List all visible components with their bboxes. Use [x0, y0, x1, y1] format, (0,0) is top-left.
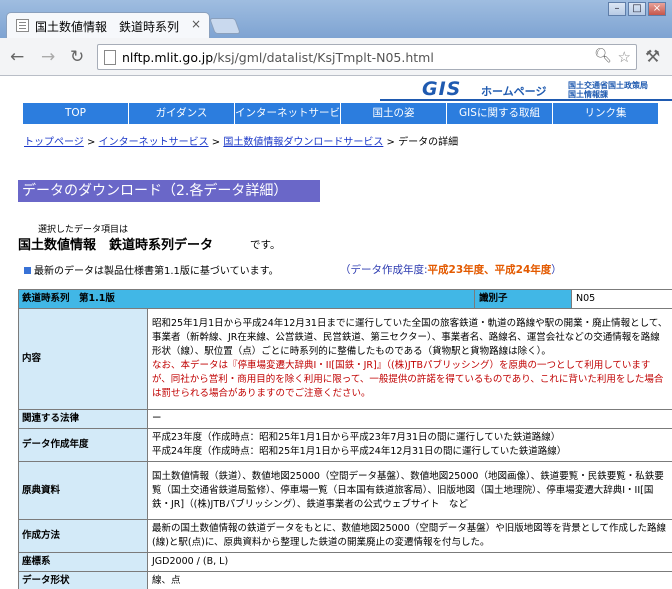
back-icon[interactable]: ← [10, 47, 24, 67]
tab-title: 国土数値情報 鉄道時系列 [35, 20, 180, 34]
table-row: 関連する法律 ー [18, 409, 672, 429]
bullet-icon [24, 267, 31, 274]
table-row-series: 鉄道時系列 第1.1版 識別子 N05 [18, 289, 672, 309]
id-label: 識別子 [474, 289, 572, 309]
selected-suffix: です。 [250, 239, 281, 251]
spec-note: 最新のデータは製品仕様書第1.1版に基づいています。 [24, 262, 279, 277]
table-row: 座標系 JGD2000 / (B, L) [18, 552, 672, 572]
row-label: 内容 [18, 308, 148, 410]
table-row: 内容 昭和25年1月1日から平成24年12月31日までに運行していた全国の旅客鉄… [18, 308, 672, 410]
browser-tab[interactable]: 国土数値情報 鉄道時系列 × [6, 12, 210, 38]
breadcrumb-top[interactable]: トップページ [24, 137, 84, 148]
page-favicon-icon [16, 19, 29, 32]
header-divider [380, 99, 672, 101]
spec-date: （データ作成年度:平成23年度、平成24年度） [340, 264, 562, 276]
row-value: 最新の国土数値情報の鉄道データをもとに、数値地図25000（空間データ基盤）や旧… [147, 519, 672, 553]
browser-toolbar: ← → ↻ nlftp.mlit.go.jp/ksj/gml/datalist/… [0, 38, 672, 76]
address-bar[interactable]: nlftp.mlit.go.jp/ksj/gml/datalist/KsjTmp… [97, 44, 637, 70]
tab-close-icon[interactable]: × [191, 17, 201, 31]
nav-gis-efforts[interactable]: GISに関する取組 [447, 103, 553, 124]
page-icon [104, 50, 116, 65]
page-viewport: GIS ホームページ 国土交通省国土政策局 国土情報課 TOP ガイダンス イン… [0, 77, 672, 589]
gis-logo-homepage[interactable]: ホームページ [481, 83, 546, 99]
breadcrumb-current: データの詳細 [398, 137, 459, 148]
table-row: 作成方法 最新の国土数値情報の鉄道データをもとに、数値地図25000（空間データ… [18, 519, 672, 553]
selected-data-title: 国土数値情報 鉄道時系列データ [18, 238, 214, 253]
section-heading: データのダウンロード（2.各データ詳細） [18, 180, 320, 202]
row-label: データ形状 [18, 571, 148, 589]
row-value: JGD2000 / (B, L) [147, 552, 672, 572]
reload-icon[interactable]: ↻ [70, 47, 84, 67]
nav-national-land[interactable]: 国土の姿 [341, 103, 447, 124]
breadcrumb-download-service[interactable]: 国土数値情報ダウンロードサービス [223, 137, 383, 148]
table-row: データ作成年度 平成23年度（作成時点：昭和25年1月1日から平成23年7月31… [18, 428, 672, 462]
table-row: データ形状 線、点 [18, 571, 672, 589]
zoom-icon[interactable]: 🔍︎ [594, 48, 612, 64]
minimize-button[interactable]: – [608, 2, 626, 16]
breadcrumb: トップページ > インターネットサービス > 国土数値情報ダウンロードサービス … [24, 137, 459, 148]
year-line: 平成24年度（作成時点：昭和25年1月1日から平成24年12月31日の間に運行し… [152, 446, 567, 457]
data-detail-table: 鉄道時系列 第1.1版 識別子 N05 内容 昭和25年1月1日から平成24年1… [18, 289, 672, 589]
nav-guidance[interactable]: ガイダンス [129, 103, 235, 124]
url-text: nlftp.mlit.go.jp/ksj/gml/datalist/KsjTmp… [122, 50, 434, 65]
row-label: 関連する法律 [18, 409, 148, 429]
main-nav: TOP ガイダンス インターネットサービス 国土の姿 GISに関する取組 リンク… [23, 103, 672, 124]
nav-internet-service[interactable]: インターネットサービス [235, 103, 351, 124]
window-controls: – □ × [608, 2, 666, 16]
browser-titlebar: 国土数値情報 鉄道時系列 × – □ × [0, 0, 672, 38]
content-text: 昭和25年1月1日から平成24年12月31日までに運行していた全国の旅客鉄道・軌… [152, 318, 668, 357]
nav-top[interactable]: TOP [23, 103, 129, 124]
row-value: 昭和25年1月1日から平成24年12月31日までに運行していた全国の旅客鉄道・軌… [147, 308, 672, 410]
content-copyright-note: なお、本データは『停車場変遷大辞典I・II[国鉄・JR]』（(株)JTBパブリッ… [152, 360, 664, 399]
nav-links[interactable]: リンク集 [553, 103, 659, 124]
table-row: 原典資料 国土数値情報（鉄道）、数値地図25000（空間データ基盤）、数値地図2… [18, 461, 672, 520]
year-line: 平成23年度（作成時点：昭和25年1月1日から平成23年7月31日の間に運行して… [152, 432, 561, 443]
row-label: 作成方法 [18, 519, 148, 553]
breadcrumb-internet-service[interactable]: インターネットサービス [99, 137, 209, 148]
row-label: データ作成年度 [18, 428, 148, 462]
star-icon[interactable]: ☆ [618, 48, 631, 66]
series-label: 鉄道時系列 第1.1版 [18, 289, 475, 309]
row-label: 原典資料 [18, 461, 148, 520]
row-value: ー [147, 409, 672, 429]
close-window-button[interactable]: × [648, 2, 666, 16]
row-value: 線、点 [147, 571, 672, 589]
wrench-icon[interactable]: ⚒ [645, 47, 660, 67]
row-label: 座標系 [18, 552, 148, 572]
row-value: 国土数値情報（鉄道）、数値地図25000（空間データ基盤）、数値地図25000（… [147, 461, 672, 520]
row-value: 平成23年度（作成時点：昭和25年1月1日から平成23年7月31日の間に運行して… [147, 428, 672, 462]
gis-logo[interactable]: GIS [422, 78, 461, 100]
forward-icon[interactable]: → [41, 47, 55, 67]
id-value: N05 [571, 289, 672, 309]
maximize-button[interactable]: □ [628, 2, 646, 16]
new-tab-button[interactable] [209, 18, 241, 34]
